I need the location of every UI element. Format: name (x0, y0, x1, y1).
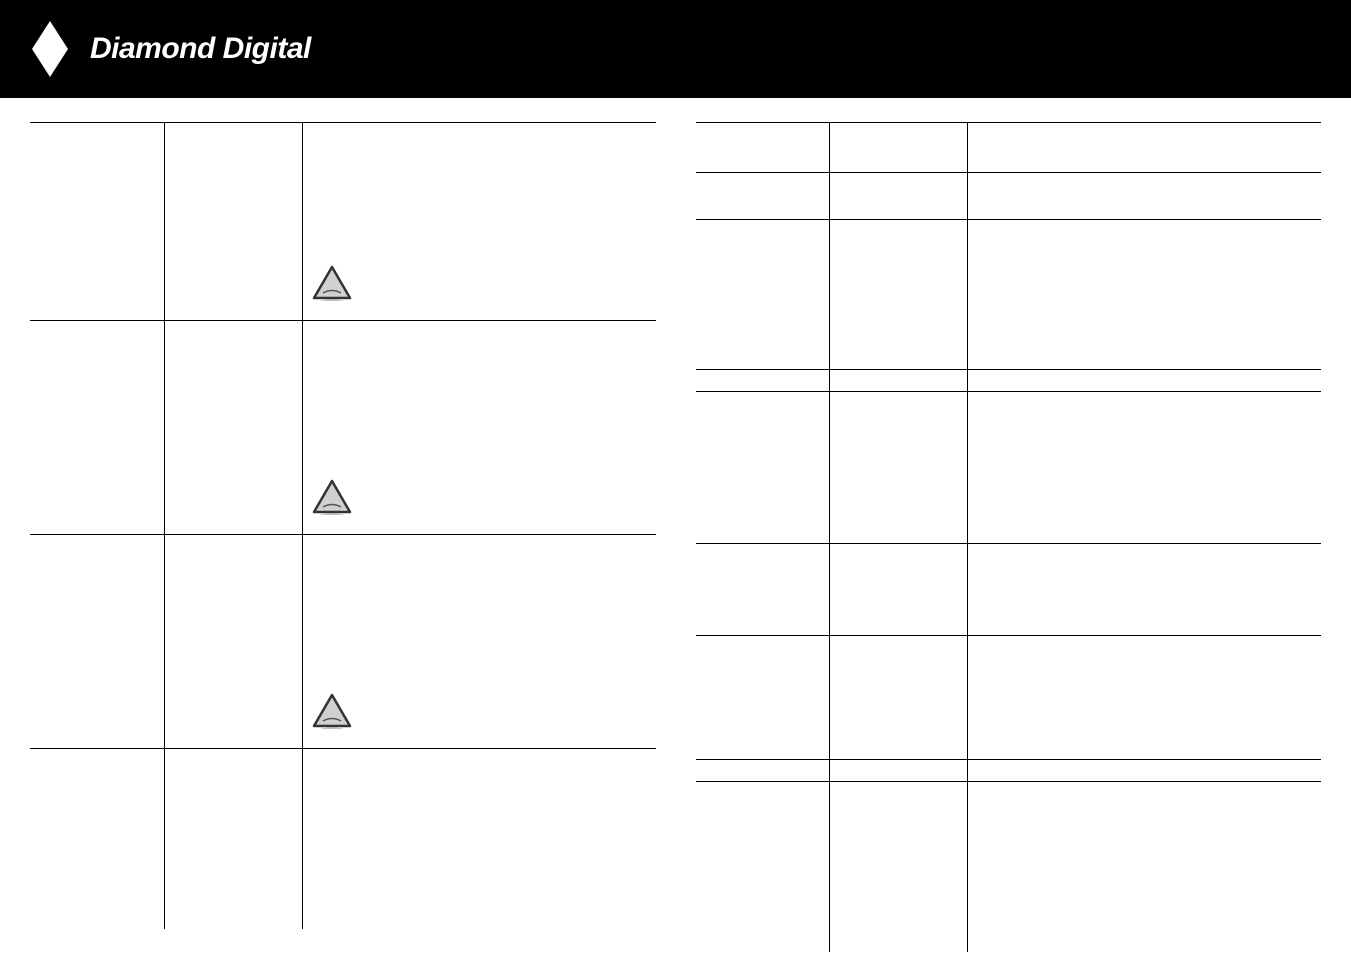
header-bar: Diamond Digital (0, 0, 1351, 98)
table-cell (164, 535, 302, 749)
table-cell (968, 760, 1322, 782)
table-cell (30, 123, 164, 321)
table-cell (968, 220, 1322, 370)
table-cell (968, 173, 1322, 220)
table-cell (968, 392, 1322, 544)
table-cell (830, 544, 968, 636)
table-cell (696, 173, 830, 220)
table-cell (830, 173, 968, 220)
table-cell (696, 392, 830, 544)
table-cell (302, 535, 656, 749)
diamond-icon (28, 19, 72, 79)
table-cell (302, 123, 656, 321)
table-cell (696, 220, 830, 370)
warning-triangle-icon (311, 479, 353, 520)
table-cell (830, 220, 968, 370)
table-cell (30, 749, 164, 929)
table-cell (302, 321, 656, 535)
table-cell (164, 321, 302, 535)
warning-triangle-icon (311, 265, 353, 306)
table-cell (830, 392, 968, 544)
table-cell (164, 749, 302, 929)
table-cell (968, 636, 1322, 760)
right-column (696, 122, 1322, 952)
table-cell (830, 123, 968, 173)
header-title: Diamond Digital (90, 32, 311, 66)
warning-triangle-icon (311, 693, 353, 734)
table-cell (830, 370, 968, 392)
table-cell (696, 782, 830, 952)
table-cell (30, 321, 164, 535)
content-area (0, 98, 1351, 952)
table-cell (830, 636, 968, 760)
left-column (30, 122, 656, 952)
table-cell (968, 544, 1322, 636)
table-cell (696, 123, 830, 173)
table-cell (968, 123, 1322, 173)
table-cell (30, 535, 164, 749)
table-cell (830, 782, 968, 952)
table-cell (696, 636, 830, 760)
table-cell (302, 749, 656, 929)
table-cell (968, 782, 1322, 952)
right-table (696, 122, 1322, 952)
table-cell (164, 123, 302, 321)
table-cell (830, 760, 968, 782)
table-cell (696, 544, 830, 636)
left-table (30, 122, 656, 929)
table-cell (696, 370, 830, 392)
table-cell (968, 370, 1322, 392)
table-cell (696, 760, 830, 782)
